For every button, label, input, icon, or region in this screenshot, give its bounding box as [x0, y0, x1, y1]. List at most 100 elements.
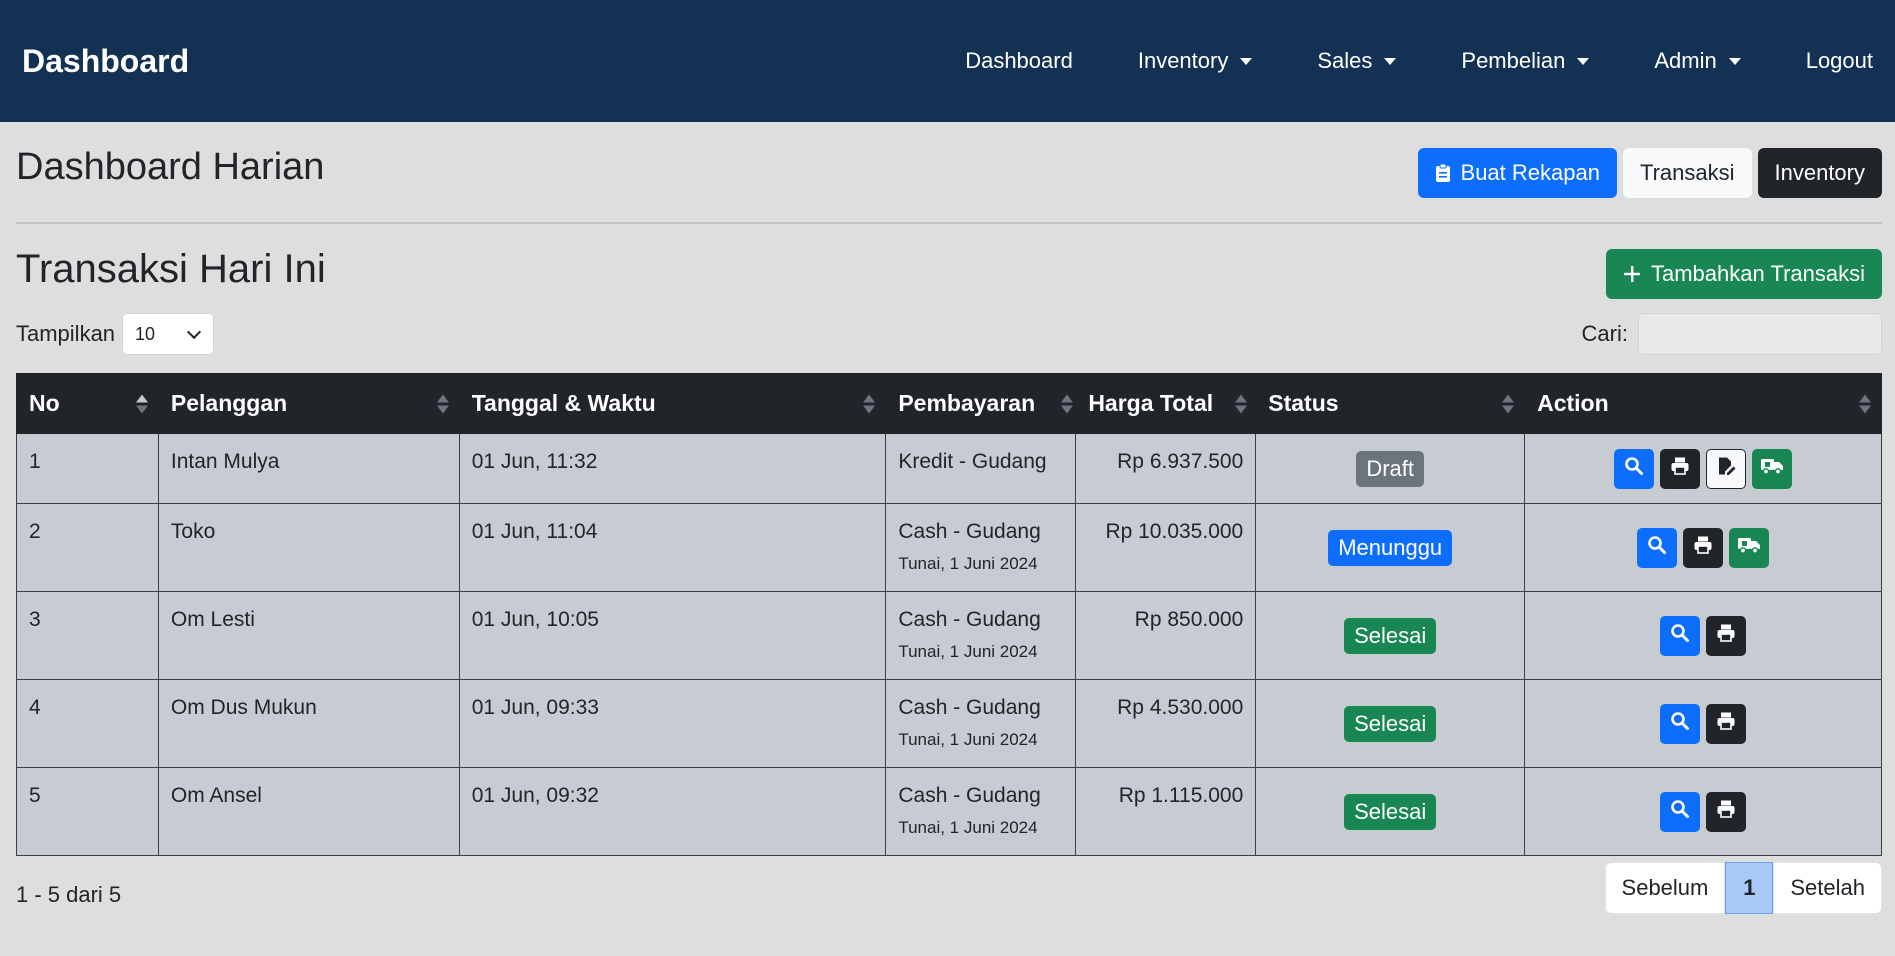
view-button[interactable]	[1660, 791, 1701, 832]
cell-customer: Intan Mulya	[157, 433, 460, 504]
print-icon	[1716, 799, 1736, 825]
page-button-current[interactable]: 1	[1725, 862, 1774, 914]
button-label: Inventory	[1774, 160, 1866, 185]
plus-icon	[1623, 265, 1641, 283]
inventory-button[interactable]: Inventory	[1757, 148, 1882, 198]
sort-icon	[1502, 394, 1515, 413]
search-label: Cari:	[1581, 321, 1628, 346]
page-length-label: Tampilkan	[16, 321, 116, 346]
table-header-row: No Pelanggan Tanggal & Waktu Pembayaran …	[16, 373, 1882, 434]
cell-status: Selesai	[1255, 591, 1526, 680]
print-button[interactable]	[1706, 615, 1747, 656]
caret-down-icon	[1384, 57, 1397, 65]
nav-item-label: Dashboard	[965, 48, 1073, 73]
nav-item-logout[interactable]: Logout	[1806, 48, 1873, 74]
column-header-status[interactable]: Status	[1255, 373, 1526, 434]
column-header-pelanggan[interactable]: Pelanggan	[157, 373, 460, 434]
column-header-tanggal[interactable]: Tanggal & Waktu	[458, 373, 887, 434]
cell-status: Selesai	[1255, 679, 1526, 768]
cell-customer: Toko	[157, 503, 460, 592]
navbar-brand[interactable]: Dashboard	[22, 43, 189, 80]
view-button[interactable]	[1660, 703, 1701, 744]
view-button[interactable]	[1614, 448, 1655, 489]
nav-item-label: Admin	[1654, 48, 1717, 73]
cell-total: Rp 1.115.000	[1075, 767, 1257, 856]
nav-item-dashboard[interactable]: Dashboard	[965, 48, 1073, 74]
nav-item-admin[interactable]: Admin	[1654, 48, 1741, 74]
table-row: 5 Om Ansel 01 Jun, 09:32 Cash - Gudang Tu…	[16, 767, 1882, 856]
sort-icon	[1235, 394, 1248, 413]
cell-customer: Om Ansel	[157, 767, 460, 856]
nav-item-label: Logout	[1805, 48, 1873, 73]
cell-customer: Om Dus Mukun	[157, 679, 460, 768]
edit-button[interactable]	[1706, 448, 1747, 489]
cell-datetime: 01 Jun, 09:32	[458, 767, 887, 856]
column-header-no[interactable]: No	[16, 373, 159, 434]
top-navbar: Dashboard Dashboard Inventory Sales Pemb…	[0, 0, 1895, 122]
cell-actions	[1524, 767, 1882, 856]
view-button[interactable]	[1637, 527, 1678, 568]
search-control: Cari:	[1582, 313, 1882, 355]
add-transaction-button[interactable]: Tambahkan Transaksi	[1606, 249, 1882, 299]
cell-payment: Cash - Gudang Tunai, 1 Juni 2024	[885, 503, 1077, 592]
search-input[interactable]	[1638, 313, 1882, 355]
print-button[interactable]	[1660, 448, 1701, 489]
nav-item-inventory[interactable]: Inventory	[1138, 48, 1253, 74]
print-icon	[1716, 711, 1736, 737]
buat-rekapan-button[interactable]: Buat Rekapan	[1417, 148, 1617, 198]
payment-note: Tunai, 1 Juni 2024	[898, 730, 1038, 749]
table-info: 1 - 5 dari 5	[16, 882, 122, 907]
table-row: 1 Intan Mulya 01 Jun, 11:32 Kredit - Gud…	[16, 433, 1882, 504]
cell-status: Selesai	[1255, 767, 1526, 856]
column-header-action[interactable]: Action	[1524, 373, 1882, 434]
status-badge: Selesai	[1344, 617, 1437, 654]
caret-down-icon	[1577, 57, 1590, 65]
cell-status: Menunggu	[1255, 503, 1526, 592]
header-label: Harga Total	[1088, 390, 1214, 416]
cell-datetime: 01 Jun, 09:33	[458, 679, 887, 768]
table-row: 3 Om Lesti 01 Jun, 10:05 Cash - Gudang Tu…	[16, 591, 1882, 680]
ship-button[interactable]	[1752, 448, 1793, 489]
button-label: Buat Rekapan	[1460, 160, 1600, 185]
header-label: Status	[1268, 390, 1339, 416]
cell-no: 1	[16, 433, 159, 504]
cell-actions	[1524, 591, 1882, 680]
cell-total: Rp 4.530.000	[1075, 679, 1257, 768]
header-label: No	[29, 390, 60, 416]
column-header-pembayaran[interactable]: Pembayaran	[885, 373, 1077, 434]
print-button[interactable]	[1706, 703, 1747, 744]
transaksi-button[interactable]: Transaksi	[1622, 148, 1752, 198]
ship-button[interactable]	[1729, 527, 1770, 568]
cell-datetime: 01 Jun, 11:32	[458, 433, 887, 504]
header-label: Pembayaran	[898, 390, 1036, 416]
header-label: Tanggal & Waktu	[471, 390, 656, 416]
table-row: 2 Toko 01 Jun, 11:04 Cash - Gudang Tunai,…	[16, 503, 1882, 592]
cell-payment: Cash - Gudang Tunai, 1 Juni 2024	[885, 679, 1077, 768]
payment-note: Tunai, 1 Juni 2024	[898, 818, 1038, 837]
search-icon	[1670, 711, 1690, 737]
print-button[interactable]	[1706, 791, 1747, 832]
nav-item-label: Pembelian	[1461, 48, 1566, 73]
status-badge: Selesai	[1344, 705, 1437, 742]
nav-item-sales[interactable]: Sales	[1317, 48, 1397, 74]
chevron-down-icon	[186, 324, 202, 339]
status-badge: Selesai	[1344, 793, 1437, 830]
nav-item-label: Inventory	[1137, 48, 1229, 73]
header-actions: Buat Rekapan Transaksi Inventory	[1417, 148, 1882, 198]
nav-item-pembelian[interactable]: Pembelian	[1461, 48, 1590, 74]
view-button[interactable]	[1660, 615, 1701, 656]
print-icon	[1716, 623, 1736, 649]
search-icon	[1647, 535, 1667, 561]
print-icon	[1670, 456, 1690, 482]
button-label: Tambahkan Transaksi	[1651, 261, 1865, 286]
print-button[interactable]	[1683, 527, 1724, 568]
caret-down-icon	[1240, 57, 1253, 65]
nav-item-label: Sales	[1317, 48, 1373, 73]
next-page-button[interactable]: Setelah	[1773, 862, 1882, 914]
sort-icon	[1859, 394, 1871, 413]
previous-page-button[interactable]: Sebelum	[1604, 862, 1726, 914]
button-label: Transaksi	[1639, 160, 1735, 185]
column-header-harga-total[interactable]: Harga Total	[1075, 373, 1257, 434]
page-length-select[interactable]: 10	[122, 313, 215, 355]
search-icon	[1624, 456, 1644, 482]
